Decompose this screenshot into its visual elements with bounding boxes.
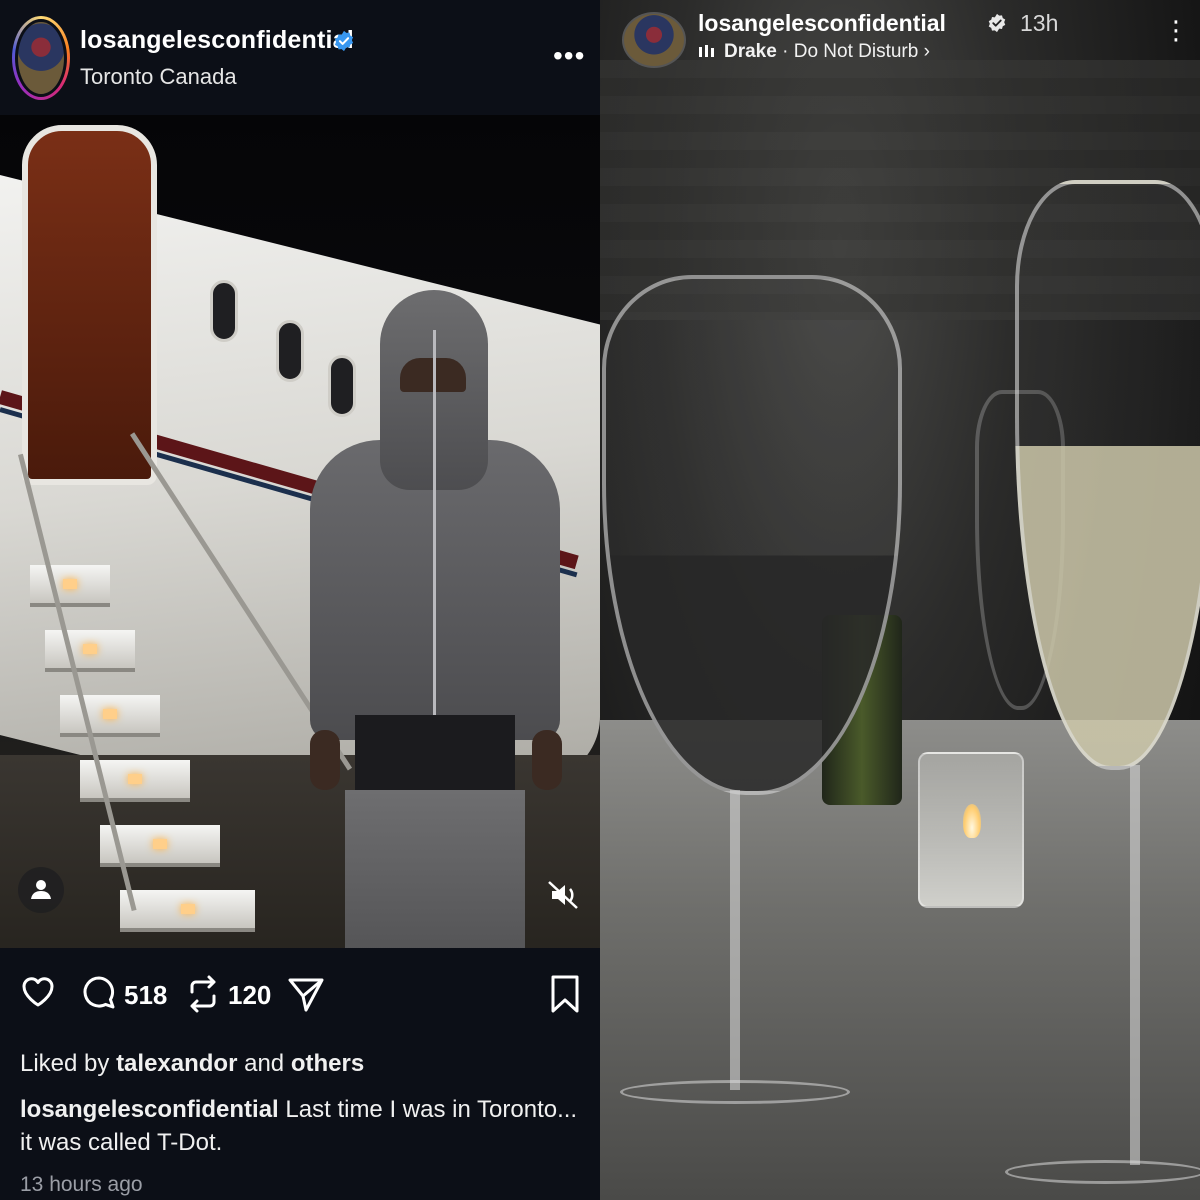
muted-speaker-icon (548, 881, 578, 909)
story-header: losangelesconfidential 13h Drake · Do No… (600, 0, 1200, 80)
champagne-glass-base (1005, 1160, 1200, 1184)
story-view[interactable]: losangelesconfidential 13h Drake · Do No… (600, 0, 1200, 1200)
user-tag-icon (31, 880, 51, 899)
story-timestamp: 13h (1020, 10, 1059, 36)
jet-door (22, 125, 157, 485)
story-more-options-button[interactable]: ⋮ (1163, 17, 1189, 43)
candle-flame (963, 804, 981, 838)
music-title: Do Not Disturb (793, 41, 919, 62)
post-username[interactable]: losangelesconfidential (80, 26, 354, 55)
feed-post: losangelesconfidential Toronto Canada ••… (0, 0, 600, 1200)
mute-button[interactable] (540, 872, 586, 918)
music-artist: Drake (724, 41, 777, 62)
liked-by-user[interactable]: talexandor (116, 1050, 237, 1077)
story-username[interactable]: losangelesconfidential (698, 10, 946, 37)
water-glass-stem (730, 790, 740, 1090)
chevron-right-icon: › (923, 41, 930, 62)
jet-window (210, 280, 238, 342)
liked-by-label: Liked by (20, 1050, 110, 1077)
post-avatar[interactable] (12, 16, 70, 100)
share-icon[interactable] (286, 974, 326, 1014)
music-bars-icon (699, 45, 714, 57)
heart-icon[interactable] (20, 974, 56, 1010)
post-location[interactable]: Toronto Canada (80, 64, 237, 90)
post-header: losangelesconfidential Toronto Canada ••… (0, 0, 600, 115)
candle-holder (918, 752, 1024, 908)
reposts-count[interactable]: 120 (228, 980, 271, 1011)
user-tag-button[interactable] (18, 867, 64, 913)
story-avatar[interactable] (622, 12, 686, 68)
caption-username[interactable]: losangelesconfidential (20, 1096, 279, 1123)
post-timestamp: 13 hours ago (20, 1173, 143, 1196)
liked-and-label: and (244, 1050, 285, 1077)
story-music-link[interactable]: Drake · Do Not Disturb › (698, 41, 930, 63)
verified-badge-icon (334, 30, 354, 52)
likes-summary[interactable]: Liked by talexandor and others (20, 1050, 364, 1078)
bookmark-icon[interactable] (548, 974, 582, 1014)
post-actions-bar: 518 120 (0, 968, 600, 1028)
repost-icon[interactable] (184, 974, 222, 1014)
post-photo[interactable] (0, 115, 600, 948)
verified-badge-icon (988, 13, 1006, 33)
comment-icon[interactable] (80, 974, 118, 1012)
comments-count[interactable]: 518 (124, 980, 167, 1011)
post-caption: losangelesconfidential Last time I was i… (20, 1093, 585, 1159)
music-separator: · (782, 41, 789, 62)
person-in-hoodie (300, 290, 570, 948)
champagne-glass-stem (1130, 765, 1140, 1165)
more-options-button[interactable]: ••• (553, 42, 585, 70)
liked-by-others[interactable]: others (291, 1050, 364, 1077)
water-glass-base (620, 1080, 850, 1104)
